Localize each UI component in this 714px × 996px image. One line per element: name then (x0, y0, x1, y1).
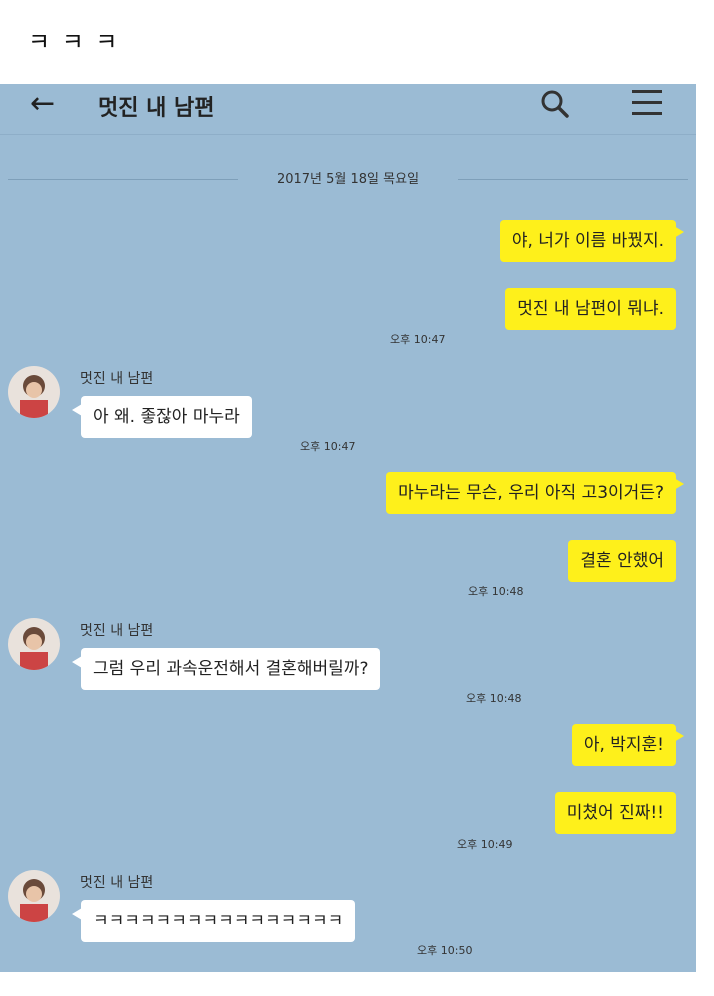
message-bubble-mine[interactable]: 결혼 안했어 (568, 540, 676, 582)
chat-header: ← 멋진 내 남편 (0, 84, 696, 135)
chat-screen: ← 멋진 내 남편 2017년 5월 18일 목요일 야, 너가 이름 바꿨지.… (0, 84, 696, 972)
message-bubble-mine[interactable]: 아, 박지훈! (571, 724, 685, 766)
message-time: 오후 10:47 (390, 333, 446, 346)
sender-name: 멋진 내 남편 (80, 875, 154, 891)
message-time: 오후 10:47 (300, 440, 356, 453)
message-time: 오후 10:50 (417, 944, 473, 957)
sender-name: 멋진 내 남편 (80, 623, 154, 639)
hamburger-menu-icon[interactable] (632, 90, 662, 116)
message-time: 오후 10:48 (468, 585, 524, 598)
sender-name: 멋진 내 남편 (80, 371, 154, 387)
friend-avatar[interactable] (8, 870, 60, 922)
message-time: 오후 10:48 (466, 692, 522, 705)
message-bubble-friend[interactable]: 그럼 우리 과속운전해서 결혼해버릴까? (71, 648, 381, 690)
message-bubble-friend[interactable]: ㅋㅋㅋㅋㅋㅋㅋㅋㅋㅋㅋㅋㅋㅋㅋㅋ (71, 900, 356, 942)
search-icon[interactable] (538, 84, 572, 124)
message-bubble-mine[interactable]: 미쳤어 진짜!! (554, 792, 676, 834)
back-arrow-icon[interactable]: ← (30, 86, 55, 121)
message-bubble-friend[interactable]: 아 왜. 좋잖아 마누라 (72, 396, 252, 438)
caption-text: ㅋ ㅋ ㅋ (28, 28, 120, 56)
date-divider-text: 2017년 5월 18일 목요일 (266, 172, 430, 187)
friend-avatar[interactable] (8, 618, 60, 670)
message-bubble-mine[interactable]: 멋진 내 남편이 뭐냐. (505, 288, 676, 330)
date-divider: 2017년 5월 18일 목요일 (0, 168, 696, 187)
message-time: 오후 10:49 (457, 838, 513, 851)
message-bubble-mine[interactable]: 야, 너가 이름 바꿨지. (499, 220, 685, 262)
chat-title: 멋진 내 남편 (98, 96, 215, 121)
friend-avatar[interactable] (8, 366, 60, 418)
message-bubble-mine[interactable]: 마누라는 무슨, 우리 아직 고3이거든? (386, 472, 684, 514)
